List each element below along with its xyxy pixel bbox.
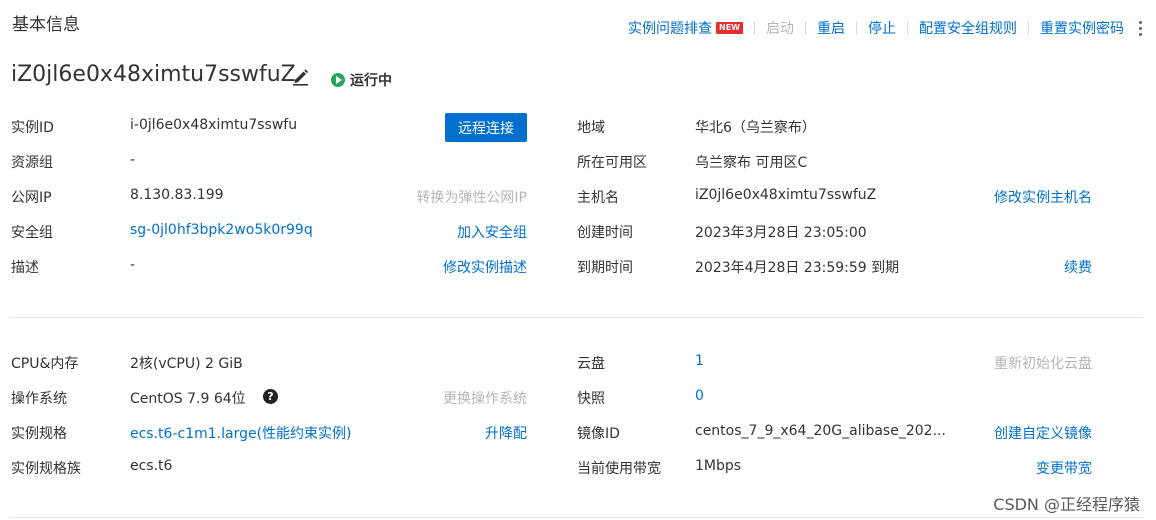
zone-label: 所在可用区	[577, 155, 647, 171]
resource-group-value: -	[130, 152, 136, 168]
cloud-disk-count-link[interactable]: 1	[695, 353, 704, 369]
toolbar-divider	[907, 21, 908, 35]
edit-description-link[interactable]: 修改实例描述	[443, 257, 527, 277]
status-label: 运行中	[350, 73, 392, 89]
snapshot-count-link[interactable]: 0	[695, 388, 704, 404]
start-button: 启动	[766, 21, 794, 37]
hostname-label: 主机名	[577, 190, 619, 206]
expire-time-value: 2023年4月28日 23:59:59 到期	[695, 260, 900, 276]
reinit-disk-link: 重新初始化云盘	[994, 356, 1092, 372]
os-value: CentOS 7.9 64位	[130, 391, 246, 407]
bandwidth-value: 1Mbps	[695, 458, 742, 474]
instance-spec-label: 实例规格	[11, 426, 67, 442]
spec-family-value: ecs.t6	[130, 458, 173, 474]
created-time-label: 创建时间	[577, 225, 633, 241]
renew-link[interactable]: 续费	[1064, 257, 1092, 277]
region-label: 地域	[577, 120, 605, 136]
running-icon	[331, 73, 345, 87]
change-bandwidth-link[interactable]: 变更带宽	[1036, 458, 1092, 478]
resource-group-label: 资源组	[11, 155, 53, 171]
section-divider	[10, 317, 1143, 318]
instance-id-label: 实例ID	[11, 120, 54, 136]
edit-pencil-icon[interactable]	[291, 68, 311, 86]
cloud-disk-label: 云盘	[577, 356, 605, 372]
restart-button[interactable]: 重启	[817, 18, 845, 38]
help-icon[interactable]: ?	[263, 389, 278, 404]
toolbar-divider	[754, 21, 755, 35]
created-time-value: 2023年3月28日 23:05:00	[695, 225, 867, 241]
image-id-label: 镜像ID	[577, 426, 620, 442]
toolbar-divider	[805, 21, 806, 35]
remote-connect-button[interactable]: 远程连接	[445, 113, 527, 142]
instance-spec-link[interactable]: ecs.t6-c1m1.large(性能约束实例)	[130, 423, 352, 443]
change-os-link: 更换操作系统	[443, 391, 527, 407]
troubleshoot-label: 实例问题排查	[628, 21, 713, 37]
zone-value: 乌兰察布 可用区C	[695, 155, 808, 171]
description-label: 描述	[11, 260, 39, 276]
hostname-value: iZ0jl6e0x48ximtu7sswfuZ	[695, 187, 877, 203]
cpu-memory-value: 2核(vCPU) 2 GiB	[130, 356, 243, 372]
cpu-memory-label: CPU&内存	[11, 356, 79, 372]
spec-family-label: 实例规格族	[11, 461, 81, 477]
snapshot-label: 快照	[577, 391, 605, 407]
bandwidth-label: 当前使用带宽	[577, 461, 661, 477]
convert-eip-link: 转换为弹性公网IP	[416, 190, 527, 206]
section-title: 基本信息	[12, 15, 80, 35]
status-badge: 运行中	[331, 70, 392, 90]
security-group-label: 安全组	[11, 225, 53, 241]
toolbar-divider	[1028, 21, 1029, 35]
public-ip-label: 公网IP	[11, 190, 52, 206]
reset-password-link[interactable]: 重置实例密码	[1040, 18, 1124, 38]
instance-name: iZ0jl6e0x48ximtu7sswfuZ	[11, 62, 296, 87]
security-group-rules-link[interactable]: 配置安全组规则	[919, 18, 1017, 38]
join-security-group-link[interactable]: 加入安全组	[457, 222, 527, 242]
instance-id-value: i-0jl6e0x48ximtu7sswfu	[130, 117, 298, 133]
new-badge: NEW	[716, 22, 743, 34]
resize-link[interactable]: 升降配	[485, 423, 527, 443]
security-group-link[interactable]: sg-0jl0hf3bpk2wo5k0r99q	[130, 222, 313, 238]
description-value: -	[130, 257, 136, 273]
section-divider-bottom	[10, 517, 1143, 518]
public-ip-value: 8.130.83.199	[130, 187, 224, 203]
create-image-link[interactable]: 创建自定义镜像	[994, 423, 1092, 443]
action-toolbar: 实例问题排查 NEW 启动 重启 停止 配置安全组规则 重置实例密码	[628, 18, 1142, 38]
region-value: 华北6（乌兰察布）	[695, 120, 816, 136]
image-id-value: centos_7_9_x64_20G_alibase_202...	[695, 423, 946, 439]
watermark: CSDN @正经程序猿	[993, 495, 1140, 514]
toolbar-divider	[856, 21, 857, 35]
stop-button[interactable]: 停止	[868, 18, 896, 38]
os-label: 操作系统	[11, 391, 67, 407]
troubleshoot-link[interactable]: 实例问题排查 NEW	[628, 18, 743, 38]
more-vertical-icon[interactable]	[1138, 20, 1142, 36]
edit-hostname-link[interactable]: 修改实例主机名	[994, 187, 1092, 207]
expire-time-label: 到期时间	[577, 260, 633, 276]
